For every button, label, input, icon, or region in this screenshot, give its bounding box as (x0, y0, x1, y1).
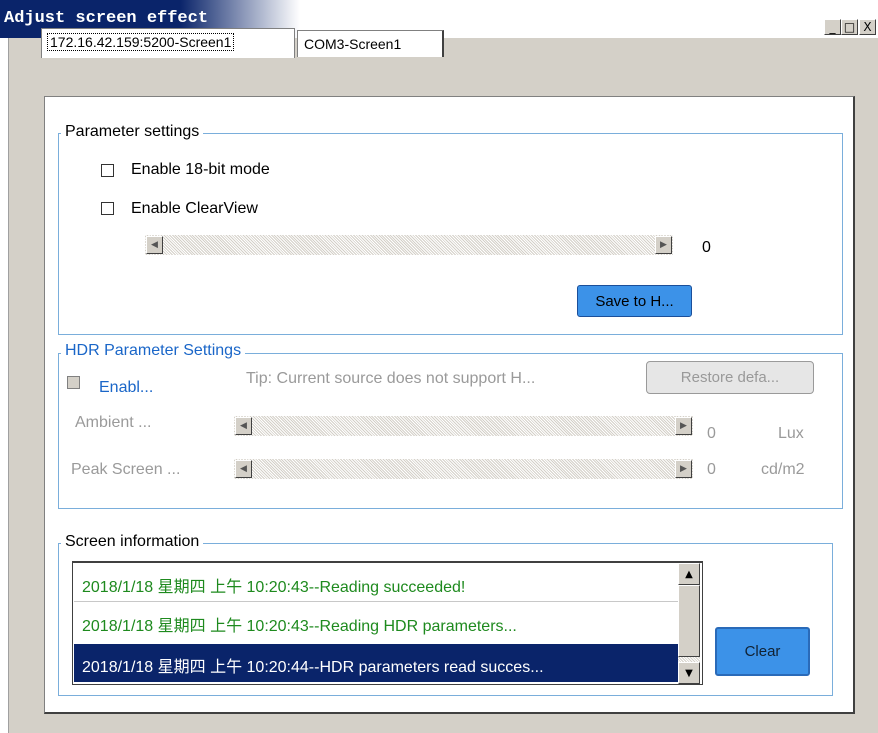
group-title: Parameter settings (61, 123, 204, 141)
scroll-down-icon[interactable]: ▼ (678, 662, 700, 684)
tab-com3-screen1[interactable]: COM3-Screen1 (297, 30, 444, 57)
restore-defaults-button[interactable]: Restore defa... (646, 361, 814, 394)
list-item[interactable]: 2018/1/18 星期四 上午 10:20:43--Reading succe… (74, 564, 678, 602)
clear-button[interactable]: Clear (715, 627, 810, 676)
log-listbox[interactable]: 2018/1/18 星期四 上午 10:20:43--Reading succe… (72, 561, 703, 685)
minimize-button[interactable]: _ (824, 19, 841, 35)
slider-right-arrow-icon[interactable]: ▶ (675, 417, 692, 435)
hdr-enable-label: Enabl... (99, 379, 154, 396)
ambient-slider[interactable] (234, 416, 693, 436)
group-title: HDR Parameter Settings (61, 342, 246, 360)
scroll-thumb[interactable] (678, 585, 700, 657)
ambient-label: Ambient ... (75, 414, 152, 431)
slider-left-arrow-icon[interactable]: ◀ (235, 417, 252, 435)
peak-screen-slider[interactable] (234, 459, 693, 479)
group-title: Screen information (61, 533, 204, 551)
clearview-slider[interactable] (145, 235, 673, 255)
clearview-value: 0 (702, 239, 711, 256)
enable-clearview-label: Enable ClearView (131, 200, 258, 217)
enable-clearview-checkbox[interactable] (101, 202, 114, 215)
enable-18bit-label: Enable 18-bit mode (131, 161, 270, 178)
close-button[interactable]: X (859, 19, 876, 35)
close-icon: X (863, 20, 872, 34)
hdr-enable-checkbox[interactable] (67, 376, 80, 389)
save-to-hardware-button[interactable]: Save to H... (577, 285, 692, 317)
peak-screen-unit: cd/m2 (761, 461, 805, 478)
tab-label: 172.16.42.159:5200-Screen1 (46, 33, 235, 51)
peak-screen-value: 0 (707, 461, 716, 478)
tab-label: COM3-Screen1 (304, 36, 402, 52)
peak-screen-label: Peak Screen ... (71, 461, 181, 478)
list-item[interactable]: 2018/1/18 星期四 上午 10:20:43--Reading HDR p… (74, 603, 678, 641)
slider-left-arrow-icon[interactable]: ◀ (235, 460, 252, 478)
scroll-up-icon[interactable]: ▲ (678, 563, 700, 585)
hdr-tip-text: Tip: Current source does not support H..… (246, 370, 536, 387)
log-scrollbar[interactable]: ▲ ▼ (678, 563, 700, 684)
tab-network-screen1[interactable]: 172.16.42.159:5200-Screen1 (41, 28, 295, 58)
slider-right-arrow-icon[interactable]: ▶ (675, 460, 692, 478)
list-item[interactable]: 2018/1/18 星期四 上午 10:20:44--HDR parameter… (74, 644, 678, 682)
slider-left-arrow-icon[interactable]: ◀ (146, 236, 163, 254)
window-title: Adjust screen effect (4, 9, 209, 28)
maximize-icon: □ (843, 20, 856, 34)
enable-18bit-checkbox[interactable] (101, 164, 114, 177)
slider-right-arrow-icon[interactable]: ▶ (655, 236, 672, 254)
maximize-button[interactable]: □ (841, 19, 858, 35)
minimize-icon: _ (829, 20, 836, 34)
ambient-unit: Lux (778, 425, 804, 442)
ambient-value: 0 (707, 425, 716, 442)
